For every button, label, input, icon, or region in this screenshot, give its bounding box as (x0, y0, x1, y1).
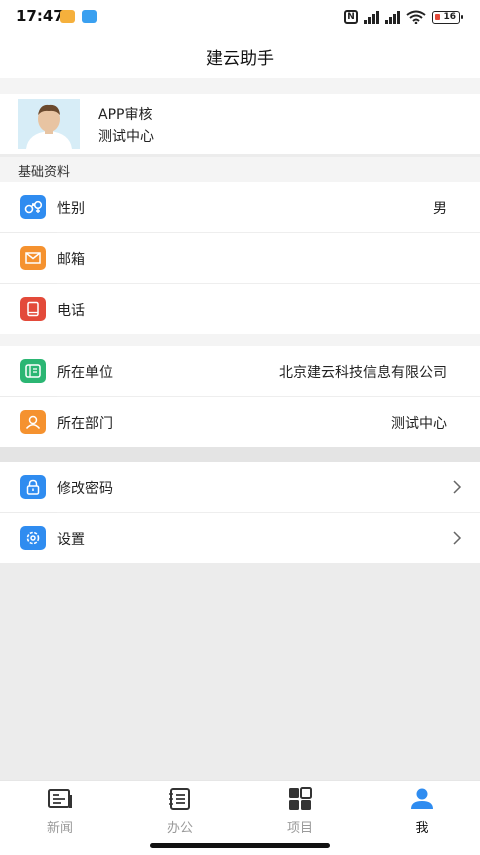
gender-value: 男 (433, 201, 447, 217)
nav-bar: 建云助手 (0, 34, 480, 78)
department-label: 所在部门 (57, 416, 113, 432)
spacer (0, 447, 480, 462)
phone-label: 电话 (57, 303, 85, 319)
home-indicator[interactable] (150, 843, 330, 848)
row-department[interactable]: 所在部门 测试中心 (0, 397, 480, 447)
gender-label: 性别 (57, 201, 85, 217)
person-icon (411, 788, 433, 809)
tab-project[interactable]: 项目 (260, 787, 340, 839)
company-label: 所在单位 (57, 365, 113, 381)
tab-news[interactable]: 新闻 (20, 787, 100, 839)
phone-icon (20, 297, 46, 321)
office-icon (169, 788, 190, 810)
gender-icon (20, 195, 46, 219)
page-title: 建云助手 (206, 49, 274, 69)
mail-icon (20, 246, 46, 270)
status-bar: 17:47 N 16 (0, 0, 480, 34)
row-gender[interactable]: 性别 男 (0, 182, 480, 232)
tab-me[interactable]: 我 (382, 787, 462, 839)
row-settings[interactable]: 设置 (0, 513, 480, 563)
project-grid-icon (289, 787, 312, 810)
email-label: 邮箱 (57, 252, 85, 268)
tab-project-label: 项目 (286, 821, 313, 836)
battery-level: 16 (443, 11, 456, 22)
section-basic-info: 基础资料 (0, 157, 480, 182)
company-icon (20, 359, 46, 383)
message-notification-icon (60, 10, 75, 23)
chevron-right-icon (453, 480, 462, 494)
nfc-icon: N (344, 10, 358, 24)
profile-dept: 测试中心 (98, 129, 154, 145)
status-icons: N 16 (344, 8, 463, 26)
signal-icon-2 (385, 10, 400, 24)
wifi-icon (406, 10, 426, 24)
section-basic-info-label: 基础资料 (18, 165, 71, 180)
department-value: 测试中心 (391, 416, 447, 432)
avatar[interactable] (18, 99, 80, 149)
profile-card[interactable]: APP审核 测试中心 (0, 94, 480, 154)
change-password-label: 修改密码 (57, 481, 113, 497)
row-change-password[interactable]: 修改密码 (0, 462, 480, 512)
tab-office[interactable]: 办公 (140, 787, 220, 839)
lock-icon (20, 475, 46, 499)
avatar-person-icon (18, 99, 80, 149)
company-value: 北京建云科技信息有限公司 (279, 365, 447, 381)
tab-news-label: 新闻 (46, 821, 73, 836)
news-icon (48, 789, 72, 808)
chat-notification-icon (82, 10, 97, 23)
battery-icon: 16 (432, 10, 463, 24)
tab-office-label: 办公 (166, 821, 193, 836)
tab-me-label: 我 (415, 821, 429, 836)
row-phone[interactable]: 电话 (0, 284, 480, 334)
signal-icon-1 (364, 10, 379, 24)
profile-name: APP审核 (98, 107, 153, 123)
department-person-icon (20, 410, 46, 434)
row-company[interactable]: 所在单位 北京建云科技信息有限公司 (0, 346, 480, 396)
settings-label: 设置 (57, 532, 85, 548)
spacer (0, 78, 480, 94)
chevron-right-icon (453, 531, 462, 545)
spacer (0, 334, 480, 346)
gear-icon (20, 526, 46, 550)
row-email[interactable]: 邮箱 (0, 233, 480, 283)
status-time: 17:47 (16, 7, 64, 25)
